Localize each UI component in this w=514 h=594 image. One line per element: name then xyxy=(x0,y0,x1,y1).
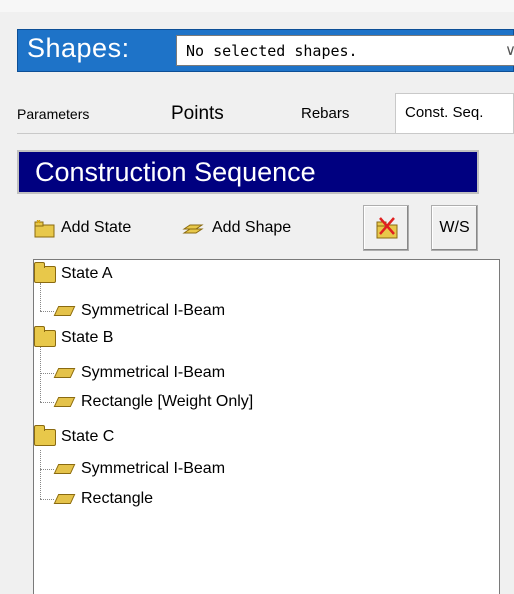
tree-shape-item[interactable]: Symmetrical I-Beam xyxy=(53,455,226,483)
add-shape-label: Add Shape xyxy=(212,219,292,236)
tree-state-label: State C xyxy=(61,428,115,445)
tree-state-c[interactable]: State C xyxy=(34,423,114,451)
tree-shape-label: Symmetrical I-Beam xyxy=(81,460,226,477)
tree-connector xyxy=(40,311,54,312)
tree-shape-item[interactable]: Rectangle xyxy=(53,485,154,513)
sequence-tree[interactable]: State A Symmetrical I-Beam State B Symme… xyxy=(33,259,500,594)
tab-parameters[interactable]: Parameters xyxy=(17,95,135,133)
delete-button[interactable] xyxy=(363,205,409,251)
tab-points[interactable]: Points xyxy=(171,95,251,133)
top-strip xyxy=(0,0,514,12)
folder-add-icon xyxy=(34,219,55,237)
shapes-dropdown[interactable]: No selected shapes. ∨ xyxy=(176,35,514,66)
chevron-down-icon[interactable]: ∨ xyxy=(505,41,514,59)
folder-icon xyxy=(34,325,56,347)
tree-shape-item[interactable]: Symmetrical I-Beam xyxy=(53,359,226,387)
ws-label: W/S xyxy=(439,219,470,236)
shape-icon xyxy=(53,306,76,316)
tree-shape-label: Symmetrical I-Beam xyxy=(81,302,226,319)
ws-button[interactable]: W/S xyxy=(431,205,478,251)
tree-connector xyxy=(40,469,54,470)
tree-state-b[interactable]: State B xyxy=(34,324,113,352)
shape-icon xyxy=(53,494,76,504)
tree-connector xyxy=(40,346,41,402)
shapes-dropdown-value: No selected shapes. xyxy=(186,42,358,60)
tab-strip: Parameters Points Rebars Const. Seq. xyxy=(17,93,514,133)
tree-shape-item[interactable]: Rectangle [Weight Only] xyxy=(53,388,254,416)
tree-state-label: State B xyxy=(61,329,114,346)
tree-state-label: State A xyxy=(61,265,113,282)
tree-state-a[interactable]: State A xyxy=(34,260,113,288)
shape-icon xyxy=(53,368,76,378)
folder-icon xyxy=(34,261,56,283)
shape-icon xyxy=(53,397,76,407)
tab-const-seq[interactable]: Const. Seq. xyxy=(395,93,514,133)
panel-title: Construction Sequence xyxy=(35,157,316,187)
tree-shape-label: Rectangle [Weight Only] xyxy=(81,393,254,410)
shapes-label: Shapes: xyxy=(27,33,130,63)
shape-icon xyxy=(53,464,76,474)
tree-shape-label: Symmetrical I-Beam xyxy=(81,364,226,381)
shapes-bar: Shapes: No selected shapes. ∨ xyxy=(17,29,514,72)
tree-connector xyxy=(40,373,54,374)
tab-rebars[interactable]: Rebars xyxy=(301,95,371,133)
add-shape-button[interactable]: Add Shape xyxy=(182,205,337,251)
tree-connector xyxy=(40,402,54,403)
tree-connector xyxy=(40,450,41,499)
tree-shape-item[interactable]: Symmetrical I-Beam xyxy=(53,297,226,325)
tree-shape-label: Rectangle xyxy=(81,490,154,507)
add-state-button[interactable]: Add State xyxy=(34,205,176,251)
panel-title-bar: Construction Sequence xyxy=(17,150,479,194)
shape-add-icon xyxy=(182,220,206,236)
tree-connector xyxy=(40,499,54,500)
delete-icon xyxy=(373,216,399,240)
add-state-label: Add State xyxy=(61,219,132,236)
folder-icon xyxy=(34,424,56,446)
